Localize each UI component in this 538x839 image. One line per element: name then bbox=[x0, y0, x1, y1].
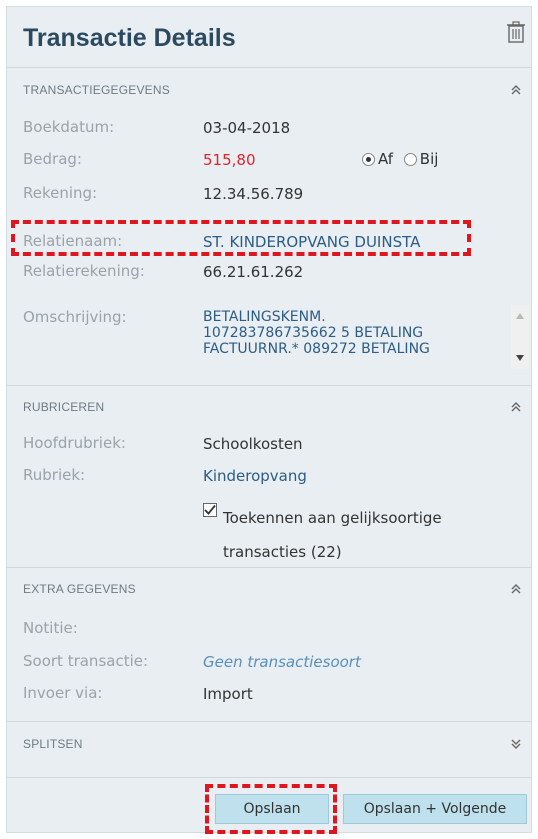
check-icon bbox=[204, 504, 216, 515]
transaction-details-panel: Transactie Details TRANSACTIEGEGEVENS Bo… bbox=[6, 6, 532, 834]
omschrijving-text[interactable]: BETALINGSKENM. 107283786735662 5 BETALIN… bbox=[203, 309, 503, 357]
section-title-transactiegegevens: TRANSACTIEGEGEVENS bbox=[23, 83, 170, 97]
divider bbox=[7, 385, 531, 386]
soort-value[interactable]: Geen transactiesoort bbox=[203, 653, 361, 671]
rubriek-label: Rubriek: bbox=[23, 466, 86, 484]
hoofdrubriek-value[interactable]: Schoolkosten bbox=[203, 435, 303, 453]
relatierekening-label: Relatierekening: bbox=[23, 262, 145, 280]
boekdatum-label: Boekdatum: bbox=[23, 118, 115, 136]
trash-icon[interactable] bbox=[507, 21, 525, 43]
radio-bij-button[interactable] bbox=[403, 153, 417, 166]
rubriek-value[interactable]: Kinderopvang bbox=[203, 467, 307, 485]
omschrijving-line: FACTUURNR.* 089272 BETALING bbox=[203, 341, 430, 357]
omschrijving-label: Omschrijving: bbox=[23, 308, 127, 326]
rekening-label: Rekening: bbox=[23, 184, 98, 202]
divider bbox=[7, 721, 531, 722]
radio-af-label: Af bbox=[378, 150, 394, 168]
panel-header: Transactie Details bbox=[7, 7, 531, 67]
chevron-double-up-icon[interactable] bbox=[509, 401, 523, 413]
soort-label: Soort transactie: bbox=[23, 652, 149, 670]
omschrijving-line: BETALINGSKENM. bbox=[203, 309, 326, 325]
section-title-rubriceren: RUBRICEREN bbox=[23, 400, 105, 414]
boekdatum-value: 03-04-2018 bbox=[203, 119, 291, 137]
scroll-down-icon[interactable] bbox=[516, 355, 524, 361]
section-title-extra: EXTRA GEGEVENS bbox=[23, 582, 136, 596]
chevron-double-up-icon[interactable] bbox=[509, 84, 523, 96]
divider bbox=[7, 67, 531, 68]
rekening-value: 12.34.56.789 bbox=[203, 185, 304, 203]
bedrag-value: 515,80 bbox=[203, 151, 256, 169]
radio-af[interactable]: Af bbox=[362, 150, 393, 168]
invoer-label: Invoer via: bbox=[23, 684, 103, 702]
chevron-double-down-icon[interactable] bbox=[509, 738, 523, 750]
section-title-splitsen: SPLITSEN bbox=[23, 737, 83, 751]
notitie-label: Notitie: bbox=[23, 619, 78, 637]
omschrijving-scrollbar[interactable] bbox=[511, 305, 529, 369]
radio-af-button[interactable] bbox=[362, 153, 375, 166]
save-button[interactable]: Opslaan bbox=[215, 794, 329, 824]
divider bbox=[7, 567, 531, 568]
hoofdrubriek-label: Hoofdrubriek: bbox=[23, 434, 126, 452]
omschrijving-line: 107283786735662 5 BETALING bbox=[203, 325, 424, 341]
radio-bij[interactable]: Bij bbox=[403, 150, 439, 168]
radio-bij-label: Bij bbox=[419, 150, 439, 168]
divider bbox=[7, 777, 531, 778]
toekennen-checkbox[interactable] bbox=[203, 503, 217, 517]
relatienaam-value[interactable]: ST. KINDEROPVANG DUINSTA bbox=[203, 233, 420, 251]
bedrag-label: Bedrag: bbox=[23, 150, 82, 168]
toekennen-label: Toekennen aan gelijksoortige transacties… bbox=[223, 509, 442, 561]
relatienaam-label: Relatienaam: bbox=[23, 232, 123, 250]
relatierekening-value: 66.21.61.262 bbox=[203, 263, 304, 281]
page-title: Transactie Details bbox=[23, 24, 236, 52]
direction-radio-group: Af Bij bbox=[362, 150, 444, 168]
save-next-button[interactable]: Opslaan + Volgende bbox=[343, 794, 527, 824]
scroll-up-icon[interactable] bbox=[516, 313, 524, 319]
chevron-double-up-icon[interactable] bbox=[509, 583, 523, 595]
invoer-value: Import bbox=[203, 685, 253, 703]
